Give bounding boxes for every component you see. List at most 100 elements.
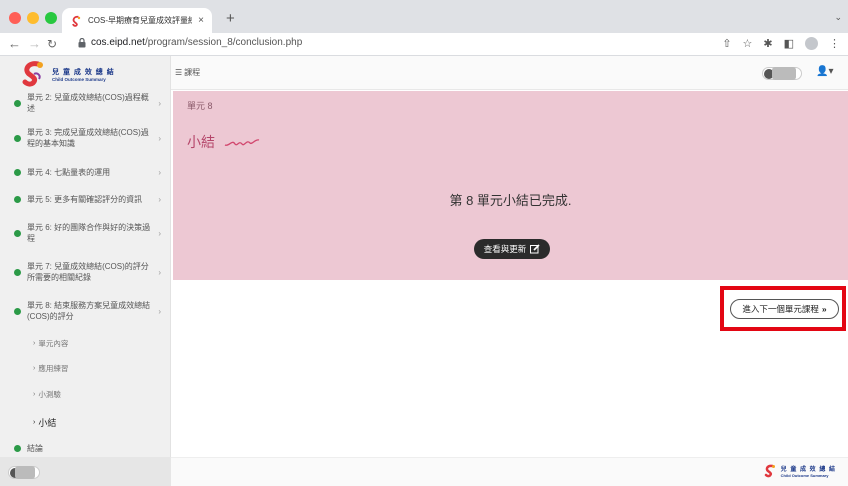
sidebar-item-unit-6[interactable]: 單元 6: 好的團隊合作與好的決策過程 › <box>0 213 171 253</box>
complete-dot-icon <box>14 168 21 176</box>
completion-message: 第 8 單元小結已完成. <box>449 193 572 208</box>
chevron-right-icon: › <box>158 306 161 316</box>
complete-dot-icon <box>14 444 21 452</box>
caret-down-icon: ▾ <box>828 66 834 77</box>
site-favicon-icon <box>72 15 81 27</box>
page-title: 小結 <box>187 132 261 152</box>
complete-dot-icon <box>14 196 21 203</box>
lock-icon <box>78 37 86 47</box>
close-window-button[interactable] <box>9 12 21 24</box>
sidebar: 兒 童 成 效 總 結 Child Outcome Summary 單元 2: … <box>0 56 171 486</box>
double-chevron-right-icon: » <box>821 304 827 314</box>
sidebar-item-label: 單元 3: 完成兒童成效總結(COS)過程的基本知識 <box>27 128 149 148</box>
maximize-window-button[interactable] <box>45 12 57 24</box>
menu-toggle-label: 課程 <box>184 68 201 77</box>
minimize-window-button[interactable] <box>27 12 39 24</box>
top-navbar: ☰ 課程 👤▾ <box>171 56 848 90</box>
chevron-right-icon: › <box>158 133 161 143</box>
site-logo[interactable]: 兒 童 成 效 總 結 Child Outcome Summary <box>20 58 140 90</box>
complete-dot-icon <box>14 307 21 315</box>
sidebar-subitem-quiz[interactable]: › 小測驗 <box>0 381 171 408</box>
complete-dot-icon <box>14 268 21 276</box>
chevron-right-icon: › <box>158 167 161 177</box>
web-page: 兒 童 成 效 總 結 Child Outcome Summary 單元 2: … <box>0 56 848 486</box>
footer-logo: 兒 童 成 效 總 結 Child Outcome Summary <box>763 464 836 478</box>
unit-label: 單元 8 <box>187 101 213 111</box>
sidebar-nav: 單元 2: 兒童成效總結(COS)過程概述 › 單元 3: 完成兒童成效總結(C… <box>0 88 171 460</box>
bookmark-star-icon[interactable]: ☆ <box>743 37 753 50</box>
sidebar-subitem-content[interactable]: › 單元內容 <box>0 331 171 356</box>
language-toggle[interactable] <box>8 466 40 479</box>
page-footer: 兒 童 成 效 總 結 Child Outcome Summary <box>171 457 848 486</box>
footer-logo-title: 兒 童 成 效 總 結 <box>780 467 836 473</box>
extensions-icon[interactable]: ✱ <box>763 37 772 50</box>
user-icon: 👤 <box>816 66 829 77</box>
browser-menu-icon[interactable]: ⋮ <box>829 37 840 50</box>
address-bar: ← → ↻ cos.eipd.net/program/session_8/con… <box>0 33 848 56</box>
chevron-right-icon: › <box>33 391 36 398</box>
page-title-text: 小結 <box>187 134 215 150</box>
complete-dot-icon <box>14 99 21 107</box>
url-path: /program/session_8/conclusion.php <box>144 37 303 48</box>
tab-search-icon[interactable]: ⌄ <box>834 12 842 23</box>
next-unit-label: 進入下一個單元課程 <box>742 304 819 314</box>
sidebar-item-label: 單元 7: 兒童成效總結(COS)的評分所需要的相關紀錄 <box>27 262 149 282</box>
sidebar-subitem-practice[interactable]: › 應用練習 <box>0 356 171 381</box>
sidebar-item-label: 結論 <box>27 443 43 453</box>
complete-dot-icon <box>14 229 21 237</box>
sidebar-subitem-label: 應用練習 <box>38 364 69 373</box>
url-field[interactable]: cos.eipd.net/program/session_8/conclusio… <box>78 37 302 48</box>
sidebar-item-unit-4[interactable]: 單元 4: 七點量表的運用 › <box>0 158 171 186</box>
chevron-right-icon: › <box>158 195 161 204</box>
forward-icon[interactable]: → <box>28 37 41 51</box>
user-menu-button[interactable]: 👤▾ <box>816 66 833 77</box>
sidebar-footer <box>0 457 171 486</box>
sidebar-item-unit-7[interactable]: 單元 7: 兒童成效總結(COS)的評分所需要的相關紀錄 › <box>0 253 171 291</box>
sidebar-item-label: 單元 2: 兒童成效總結(COS)過程概述 <box>27 93 149 113</box>
chevron-right-icon: › <box>33 365 36 372</box>
sidebar-subitem-label: 單元內容 <box>38 339 69 348</box>
sidebar-subitem-label: 小結 <box>38 417 57 428</box>
tab-title: COS-早期療育兒童成效評量線上 <box>88 16 193 25</box>
url-host: cos.eipd.net <box>91 37 145 48</box>
browser-tab[interactable]: COS-早期療育兒童成效評量線上 × <box>62 8 212 33</box>
tab-close-icon[interactable]: × <box>198 15 204 26</box>
cos-logo-icon <box>22 61 43 87</box>
sidebar-item-label: 單元 5: 更多有關確認評分的資訊 <box>27 195 143 204</box>
chevron-right-icon: › <box>158 228 161 238</box>
sidebar-item-unit-8[interactable]: 單元 8: 結束服務方案兒童成效總結(COS)的評分 › <box>0 291 171 331</box>
chevron-right-icon: › <box>158 98 161 108</box>
chevron-right-icon: › <box>33 340 36 347</box>
sidebar-subitem-summary[interactable]: › 小結 <box>0 408 171 436</box>
user-toggle[interactable] <box>762 67 802 80</box>
sidebar-item-unit-5[interactable]: 單元 5: 更多有關確認評分的資訊 › <box>0 186 171 213</box>
sidebar-item-label: 單元 8: 結束服務方案兒童成效總結(COS)的評分 <box>27 301 151 321</box>
scribble-decoration-icon <box>224 139 260 146</box>
sidebar-item-unit-3[interactable]: 單元 3: 完成兒童成效總結(COS)過程的基本知識 › <box>0 118 171 158</box>
complete-dot-icon <box>14 134 21 142</box>
profile-avatar[interactable] <box>805 37 818 50</box>
new-tab-button[interactable]: + <box>226 11 235 26</box>
sidebar-subitem-label: 小測驗 <box>38 390 61 399</box>
reload-icon[interactable]: ↻ <box>47 37 57 51</box>
review-button-label: 查看與更新 <box>483 244 527 254</box>
browser-tab-bar: COS-早期療育兒童成效評量線上 × + ⌄ <box>0 0 848 33</box>
edit-icon <box>530 244 540 254</box>
sidebar-item-label: 單元 6: 好的團隊合作與好的決策過程 <box>27 223 151 243</box>
footer-logo-subtitle: Child Outcome Summary <box>780 473 829 478</box>
share-icon[interactable]: ⇧ <box>722 37 731 50</box>
cos-logo-icon <box>764 464 775 478</box>
sidebar-item-unit-2[interactable]: 單元 2: 兒童成效總結(COS)過程概述 › <box>0 88 171 118</box>
menu-toggle-button[interactable]: ☰ 課程 <box>175 67 200 78</box>
side-panel-icon[interactable]: ◧ <box>784 37 794 50</box>
logo-title: 兒 童 成 效 總 結 <box>52 68 115 76</box>
review-update-button[interactable]: 查看與更新 <box>474 239 550 259</box>
chevron-right-icon: › <box>33 418 36 426</box>
hamburger-icon: ☰ <box>175 68 183 77</box>
summary-banner: 單元 8 小結 第 8 單元小結已完成. 查看與更新 <box>173 91 848 280</box>
back-icon[interactable]: ← <box>8 37 21 51</box>
chevron-right-icon: › <box>158 267 161 277</box>
logo-subtitle: Child Outcome Summary <box>52 76 106 82</box>
sidebar-item-label: 單元 4: 七點量表的運用 <box>27 167 111 177</box>
next-unit-button[interactable]: 進入下一個單元課程 » <box>730 299 839 319</box>
